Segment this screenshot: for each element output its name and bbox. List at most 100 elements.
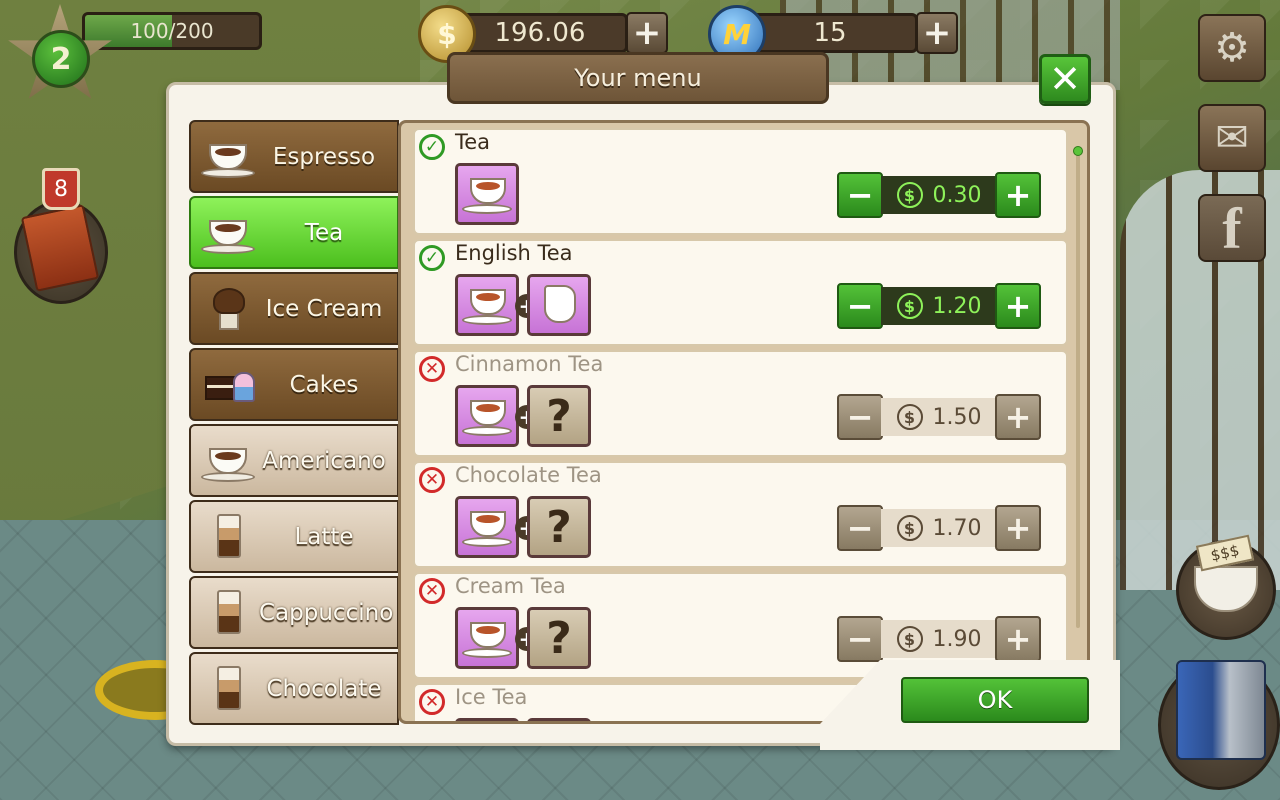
category-label: Ice Cream [265,295,383,322]
decrease-price-button[interactable]: − [837,394,883,440]
increase-price-button[interactable]: + [995,172,1041,218]
cross-icon: ✕ [419,689,445,715]
category-chocolate[interactable]: Chocolate [189,652,399,725]
price-value: $1.50 [881,398,997,436]
mail-button[interactable]: ✉ [1198,104,1266,172]
recipe-book-count-badge: 8 [42,168,80,210]
megabucks-display: 15 [742,13,918,53]
coffee-machine-icon [1176,660,1266,760]
category-label: Americano [262,447,386,474]
close-icon: ✕ [1049,57,1081,101]
espresso-icon [201,134,259,180]
latte-icon [201,513,259,560]
tea-ingredient-icon[interactable] [455,718,519,721]
dollar-icon: $ [896,182,923,208]
tea-ingredient-icon[interactable] [455,274,519,336]
cross-icon: ✕ [419,356,445,382]
decrease-price-button[interactable]: − [837,283,883,329]
menu-item-row: ✓ English Tea +−$1.20+ [413,239,1068,346]
facebook-icon: f [1222,195,1242,261]
category-latte[interactable]: Latte [189,500,399,573]
cappuccino-icon [201,589,259,636]
category-tea[interactable]: Tea [189,196,399,269]
price-text: 0.30 [932,182,982,208]
tea-ingredient-icon[interactable] [455,163,519,225]
menu-item-name: Chocolate Tea [455,463,602,487]
dollar-icon: $ [896,515,923,541]
buy-coins-button[interactable]: + [626,12,668,54]
price-control: − $1.50 + [837,394,1041,440]
cake-icon [201,362,259,408]
cross-icon: ✕ [419,467,445,493]
unknown-ingredient-icon[interactable]: ? [527,496,591,558]
unknown-ingredient-icon[interactable]: ? [527,718,591,721]
tea-ingredient-icon[interactable] [455,496,519,558]
increase-price-button[interactable]: + [995,394,1041,440]
price-control: − $1.90 + [837,616,1041,662]
dollar-icon: $ [896,404,923,430]
menu-item-name: Cream Tea [455,574,566,598]
tea-ingredient-icon[interactable] [455,385,519,447]
facebook-button[interactable]: f [1198,194,1266,262]
dollar-icon: $ [896,626,923,652]
level-badge[interactable]: 2 [32,30,90,88]
category-label: Espresso [272,143,376,170]
unknown-ingredient-icon[interactable]: ? [527,607,591,669]
price-text: 1.70 [932,515,982,541]
check-icon: ✓ [419,134,445,160]
close-button[interactable]: ✕ [1039,54,1091,104]
americano-icon [201,438,259,484]
category-label: Chocolate [266,675,382,702]
scrollbar-thumb[interactable] [1073,146,1083,156]
category-ice-cream[interactable]: Ice Cream [189,272,399,345]
category-label: Cappuccino [259,599,394,626]
dialog-title: Your menu [447,52,829,104]
decrease-price-button[interactable]: − [837,505,883,551]
price-value: $1.90 [881,620,997,658]
tea-ingredient-icon[interactable] [455,607,519,669]
menu-item-name: Tea [455,130,491,154]
price-control: − $0.30 + [837,172,1041,218]
menu-items-panel[interactable]: ✓Tea−$0.30+✓English Tea+−$1.20+✕Cinnamon… [398,120,1090,724]
category-cappuccino[interactable]: Cappuccino [189,576,399,649]
check-icon: ✓ [419,245,445,271]
decrease-price-button[interactable]: − [837,616,883,662]
menu-item-row: ✓ Tea − $0.30 + [413,128,1068,235]
price-control: − $1.20 + [837,283,1041,329]
category-label: Cakes [289,371,359,398]
menu-item-row: ✕Cinnamon Tea+?−$1.50+ [413,350,1068,457]
menu-item-name: Cinnamon Tea [455,352,604,376]
increase-price-button[interactable]: + [995,283,1041,329]
buy-megabucks-button[interactable]: + [916,12,958,54]
coins-display: 196.06 [452,13,628,53]
dollar-icon: $ [896,293,923,319]
unknown-ingredient-icon[interactable]: ? [527,385,591,447]
menu-item-name: Ice Tea [455,685,528,709]
category-americano[interactable]: Americano [189,424,399,497]
ice-cream-icon [201,286,259,332]
category-label: Tea [304,219,344,246]
price-value: $1.20 [881,287,997,325]
menu-item-name: English Tea [455,241,573,265]
price-control: − $1.70 + [837,505,1041,551]
xp-text: 100/200 [130,19,214,43]
scrollbar-track[interactable] [1076,148,1080,628]
tea-icon [201,210,259,256]
milk-jug-ingredient-icon[interactable] [527,274,591,336]
increase-price-button[interactable]: + [995,616,1041,662]
gear-icon: ⚙ [1214,25,1250,71]
decrease-price-button[interactable]: − [837,172,883,218]
settings-button[interactable]: ⚙ [1198,14,1266,82]
price-text: 1.90 [932,626,982,652]
category-label: Latte [294,523,354,550]
category-espresso[interactable]: Espresso [189,120,399,193]
price-value: $0.30 [881,176,997,214]
price-text: 1.50 [932,404,982,430]
menu-item-row: ✕Chocolate Tea+?−$1.70+ [413,461,1068,568]
cross-icon: ✕ [419,578,445,604]
category-cakes[interactable]: Cakes [189,348,399,421]
increase-price-button[interactable]: + [995,505,1041,551]
price-value: $1.70 [881,509,997,547]
ok-button[interactable]: OK [901,677,1089,723]
chocolate-icon [201,665,259,712]
